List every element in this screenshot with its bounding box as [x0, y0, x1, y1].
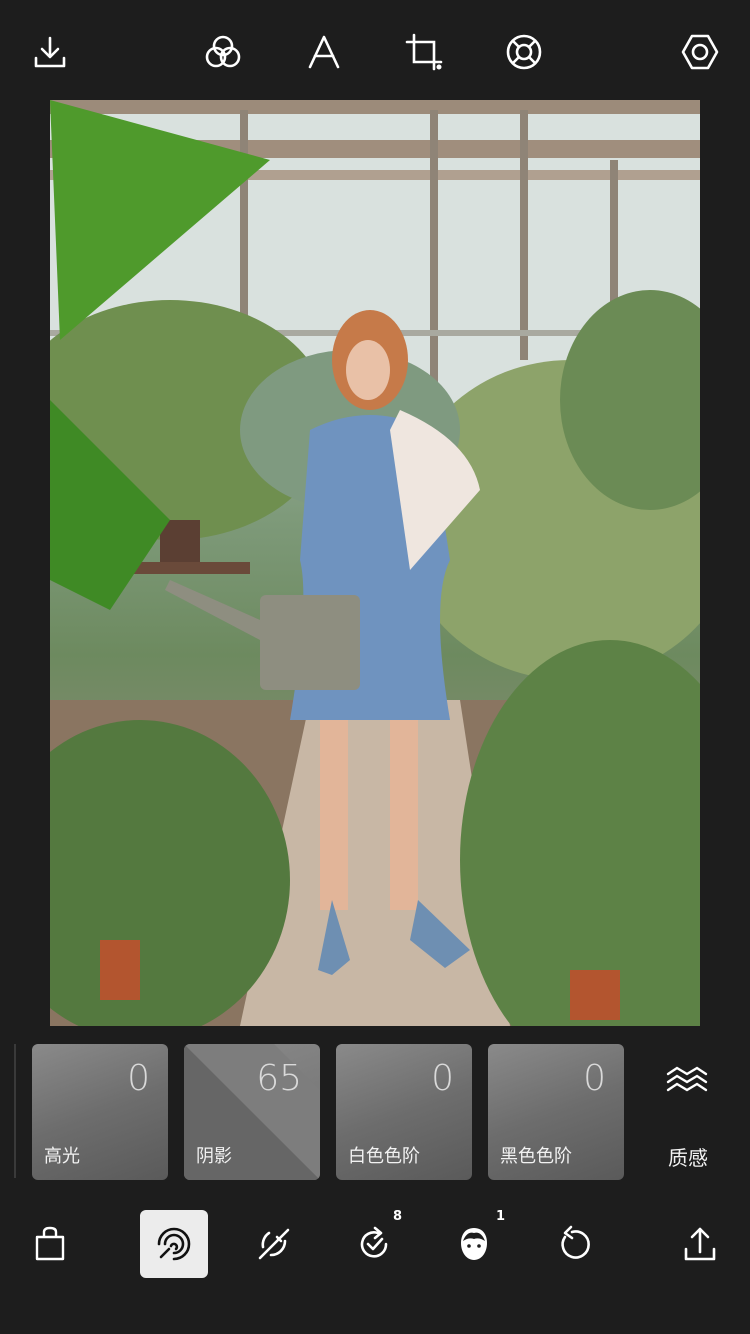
texture-icon — [666, 1066, 708, 1092]
face-count-badge: 1 — [496, 1209, 506, 1224]
undo-icon[interactable] — [540, 1210, 608, 1278]
highlights-value: 0 — [127, 1058, 150, 1099]
blacks-label: 黑色色阶 — [500, 1146, 572, 1167]
text-icon[interactable] — [302, 30, 346, 74]
settings-icon[interactable] — [678, 30, 722, 74]
shadows-value: 65 — [256, 1058, 302, 1099]
blacks-card[interactable]: 0 黑色色阶 — [488, 1044, 624, 1180]
face-icon-graphic — [461, 1228, 487, 1260]
highlights-label: 高光 — [44, 1146, 80, 1167]
whites-label: 白色色阶 — [348, 1146, 420, 1167]
download-icon[interactable] — [28, 30, 72, 74]
export-icon[interactable] — [666, 1210, 734, 1278]
texture-label: 质感 — [668, 1146, 708, 1170]
greenhouse-photo — [50, 100, 700, 1026]
top-toolbar — [0, 0, 750, 100]
brush-icon[interactable] — [240, 1210, 308, 1278]
whites-value: 0 — [431, 1058, 454, 1099]
whites-card[interactable]: 0 白色色阶 — [336, 1044, 472, 1180]
photo-canvas[interactable] — [50, 100, 700, 1026]
adjust-tool-icon[interactable] — [140, 1210, 208, 1278]
lifebuoy-icon[interactable] — [502, 30, 546, 74]
panel-divider — [14, 1044, 16, 1178]
highlights-card[interactable]: 0 高光 — [32, 1044, 168, 1180]
texture-button[interactable]: 质感 — [640, 1044, 736, 1180]
blacks-value: 0 — [583, 1058, 606, 1099]
crop-icon[interactable] — [402, 30, 446, 74]
shadows-card[interactable]: 65 阴影 — [184, 1044, 320, 1180]
redo-count-badge: 8 — [393, 1209, 403, 1224]
shadows-label: 阴影 — [196, 1146, 232, 1167]
filters-icon[interactable] — [201, 30, 245, 74]
shopping-bag-icon[interactable] — [16, 1210, 84, 1278]
